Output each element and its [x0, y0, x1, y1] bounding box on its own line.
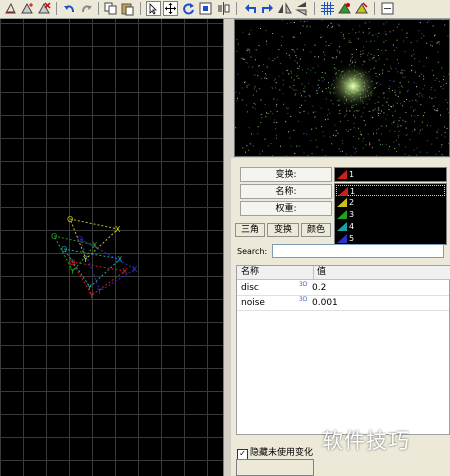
triangle-vertex-handle[interactable]: X — [122, 267, 128, 276]
rotate-right-icon[interactable] — [260, 1, 275, 16]
transform-option[interactable]: 4 — [336, 221, 445, 232]
table-row[interactable]: noise 3D 0.001 — [237, 296, 449, 311]
selected-transform: 1 — [336, 169, 445, 180]
redo-icon[interactable] — [79, 1, 94, 16]
triangle-vertex-handle[interactable]: O — [77, 235, 83, 244]
pivot-icon[interactable] — [337, 1, 352, 16]
watermark: 软件技巧 — [322, 429, 410, 453]
transform-select[interactable]: 1 — [334, 167, 447, 182]
triangle-vertex-handle[interactable]: X — [115, 225, 121, 234]
name-label: 名称: — [240, 184, 332, 199]
tab-triangle[interactable]: 三角 — [235, 223, 265, 237]
transform-option[interactable]: 1 — [336, 185, 445, 196]
copy-icon[interactable] — [103, 1, 118, 16]
triangle-vertex-handle[interactable]: O — [67, 215, 73, 224]
move-tool-icon[interactable] — [163, 1, 178, 16]
triangle-vertex-handle[interactable]: X — [132, 265, 138, 274]
hide-unused-label: 隐藏未使用变化 — [250, 448, 314, 458]
table-row[interactable]: disc 3D 0.2 — [237, 281, 449, 296]
undo-icon[interactable] — [62, 1, 77, 16]
rotate-left-icon[interactable] — [243, 1, 258, 16]
paste-icon[interactable] — [120, 1, 135, 16]
triangle-vertex-handle[interactable]: Y — [88, 291, 94, 300]
triangle-editor-canvas[interactable]: OXYOXYOXYOXYOXY — [0, 19, 223, 476]
rotate-tool-icon[interactable] — [181, 1, 196, 16]
tab-colors[interactable]: 颜色 — [301, 223, 331, 237]
weight-label: 权重: — [240, 201, 332, 216]
flip-tool-icon[interactable] — [216, 1, 231, 16]
vertical-splitter[interactable] — [223, 19, 231, 476]
triangle-vertex-handle[interactable]: O — [69, 258, 75, 267]
delete-transform-icon[interactable] — [37, 1, 52, 16]
editor-grid: OXYOXYOXYOXYOXY — [0, 19, 223, 476]
tab-transform[interactable]: 变换 — [267, 223, 299, 237]
3d-marker: 3D — [299, 296, 308, 303]
grid-icon[interactable] — [320, 1, 335, 16]
triangle-vertex-handle[interactable]: O — [61, 245, 67, 254]
transform-option[interactable]: 5 — [336, 233, 445, 244]
variation-value[interactable]: 0.001 — [312, 296, 338, 310]
transform-icon[interactable] — [20, 1, 35, 16]
variation-value[interactable]: 0.2 — [312, 281, 326, 295]
flip-vertical-icon[interactable] — [294, 1, 309, 16]
triangle-vertex-handle[interactable]: X — [92, 241, 98, 250]
bottom-button[interactable] — [236, 459, 314, 476]
transform-option[interactable]: 3 — [336, 209, 445, 220]
triangle-vertex-handle[interactable]: Y — [69, 267, 75, 276]
reset-icon[interactable] — [354, 1, 369, 16]
search-input[interactable] — [272, 244, 444, 258]
column-header-value[interactable]: 值 — [314, 266, 450, 280]
variation-name: disc — [241, 283, 259, 293]
transform-label: 变换: — [240, 167, 332, 182]
3d-marker: 3D — [299, 281, 308, 288]
options-icon[interactable] — [380, 1, 395, 16]
flame-preview — [234, 19, 450, 157]
select-tool-icon[interactable] — [146, 1, 161, 16]
new-flame-icon[interactable] — [3, 1, 18, 16]
triangle-vertex-handle[interactable]: X — [117, 255, 123, 264]
transform-dropdown-list[interactable]: 1 2 3 4 5 — [334, 183, 447, 245]
search-label: Search: — [237, 247, 268, 256]
hide-unused-checkbox[interactable]: ✓ 隐藏未使用变化 — [237, 445, 313, 460]
variations-grid[interactable]: 名称 值 disc 3D 0.2 noise 3D 0.001 — [236, 265, 450, 435]
triangle-vertex-handle[interactable]: O — [51, 232, 57, 241]
scale-tool-icon[interactable] — [198, 1, 213, 16]
flip-horizontal-icon[interactable] — [277, 1, 292, 16]
transform-option[interactable]: 2 — [336, 197, 445, 208]
variation-name: noise — [241, 298, 265, 308]
toolbar — [0, 0, 450, 19]
